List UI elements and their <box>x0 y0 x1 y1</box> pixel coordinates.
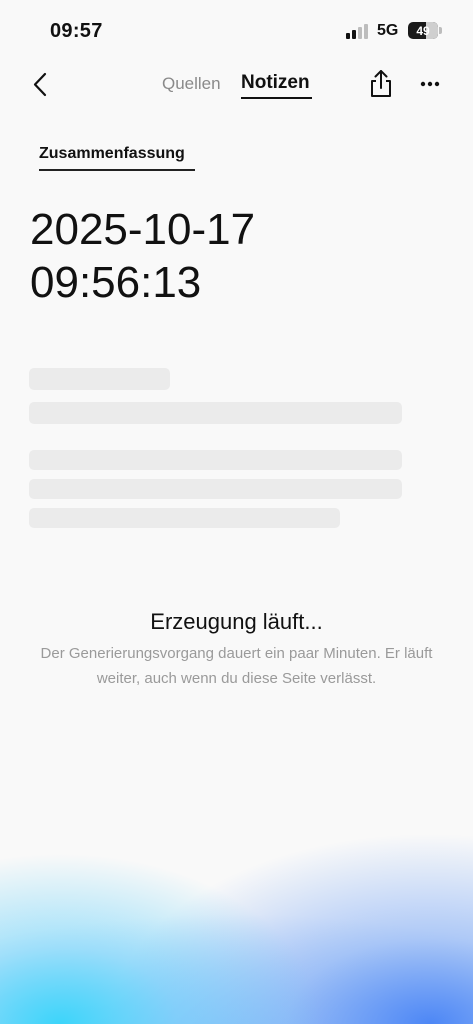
note-time: 09:56:13 <box>30 258 202 307</box>
battery-cap <box>439 27 442 34</box>
skeleton-line <box>29 402 402 424</box>
battery-level: 49 <box>416 23 430 38</box>
tab-notes[interactable]: Notizen <box>241 72 310 94</box>
section-label-summary: Zusammenfassung <box>39 145 185 162</box>
skeleton-line <box>29 450 402 470</box>
more-options-icon[interactable] <box>416 72 444 96</box>
bottom-gradient-glow <box>0 724 473 1024</box>
status-bar: 09:57 5G 49 <box>0 0 473 60</box>
note-date: 2025-10-17 <box>30 205 256 254</box>
skeleton-line <box>29 479 402 499</box>
network-type: 5G <box>377 22 399 39</box>
share-icon[interactable] <box>367 68 395 100</box>
battery-icon: 49 <box>408 22 438 39</box>
signal-icon <box>346 24 368 39</box>
active-tab-indicator <box>241 97 312 99</box>
top-navigation: Quellen Notizen <box>0 60 473 110</box>
skeleton-line <box>29 368 170 390</box>
skeleton-line <box>29 508 340 528</box>
generation-status-title: Erzeugung läuft... <box>150 609 323 634</box>
section-label-underline <box>39 169 195 171</box>
tab-sources[interactable]: Quellen <box>162 74 221 94</box>
generation-status-description: Der Generierungsvorgang dauert ein paar … <box>40 645 433 687</box>
status-time: 09:57 <box>50 20 103 42</box>
back-chevron-icon[interactable] <box>26 70 56 100</box>
